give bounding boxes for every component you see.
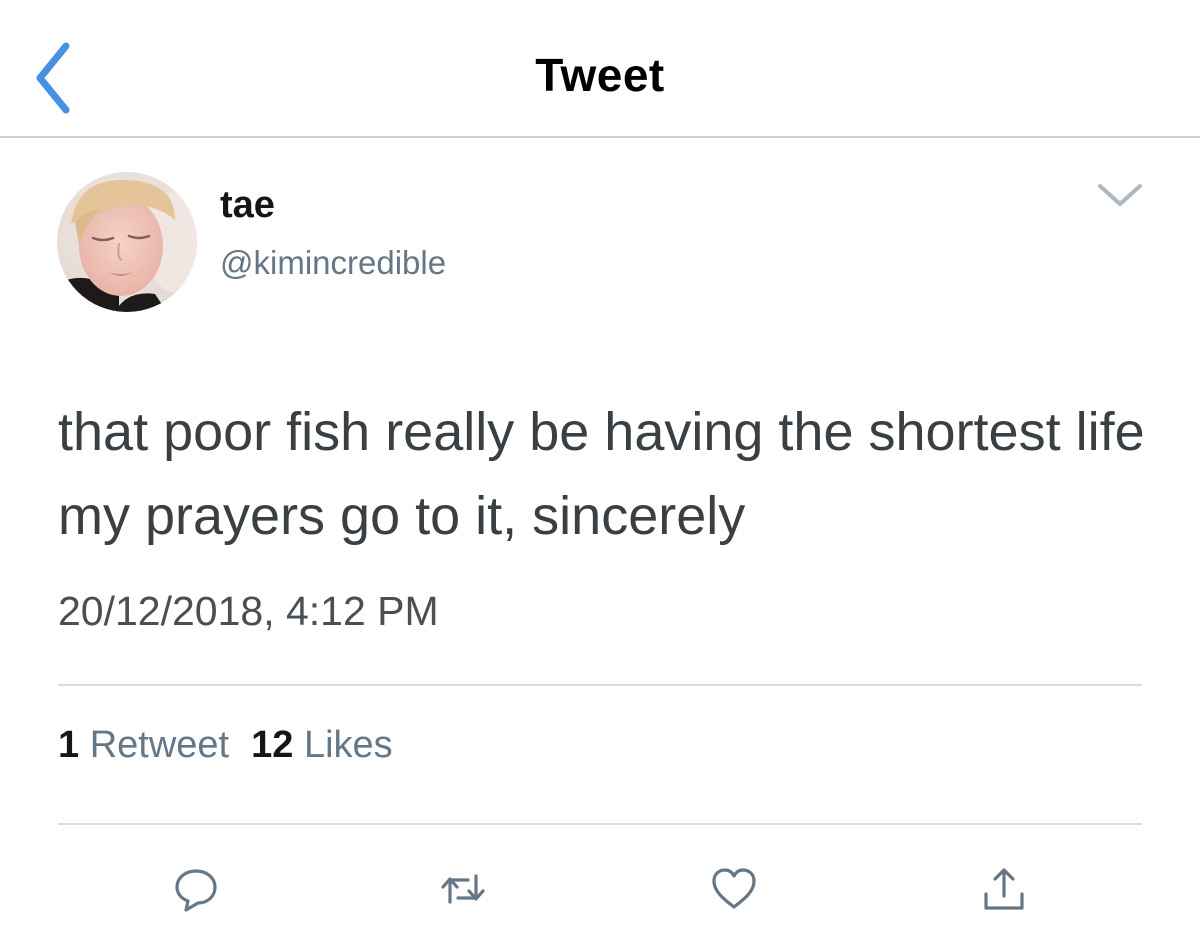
retweets-count: 1: [58, 724, 80, 766]
retweet-button[interactable]: [436, 862, 490, 916]
divider: [58, 823, 1142, 825]
retweets-stat[interactable]: 1 Retweet: [58, 724, 229, 766]
likes-stat[interactable]: 12 Likes: [251, 724, 393, 766]
avatar[interactable]: [57, 172, 197, 312]
profile-photo: [57, 172, 197, 312]
share-button[interactable]: [977, 862, 1031, 916]
nav-bar: Tweet: [0, 0, 1200, 138]
tweet-timestamp: 20/12/2018, 4:12 PM: [58, 588, 439, 634]
retweet-icon: [441, 874, 485, 904]
author-display-name[interactable]: tae: [220, 184, 275, 227]
comment-icon: [175, 869, 217, 912]
retweets-label: Retweet: [89, 724, 230, 766]
heart-icon: [712, 868, 756, 909]
share-icon: [984, 868, 1024, 910]
page-title: Tweet: [535, 49, 665, 101]
like-button[interactable]: [707, 862, 761, 916]
tweet-stats: 1 Retweet 12 Likes: [58, 724, 415, 767]
author-handle[interactable]: @kimincredible: [220, 244, 446, 282]
reply-button[interactable]: [169, 862, 223, 916]
tweet-text: that poor fish really be having the shor…: [58, 402, 1145, 546]
likes-count: 12: [251, 724, 294, 766]
divider: [58, 684, 1142, 686]
likes-label: Likes: [303, 724, 393, 766]
tweet-options-button[interactable]: [1092, 172, 1148, 220]
chevron-down-icon: [1098, 184, 1142, 206]
